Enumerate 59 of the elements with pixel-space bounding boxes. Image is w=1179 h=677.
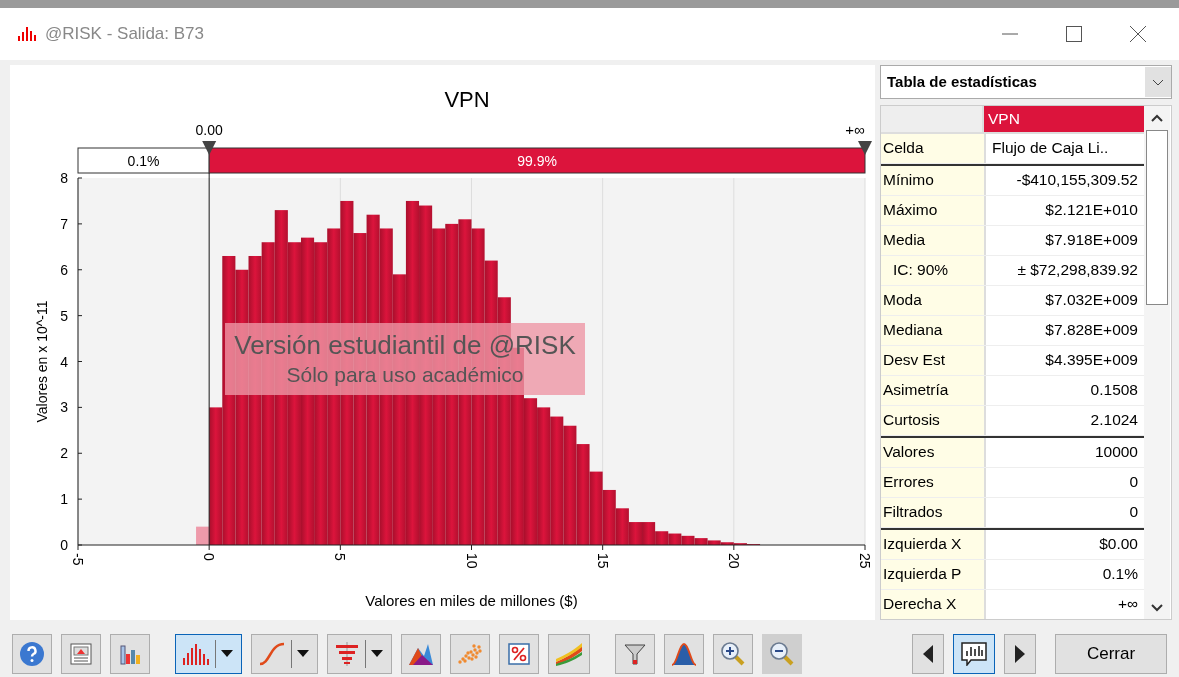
stat-value: 2.1024 [1089,409,1139,430]
stat-value: 0 [1128,501,1139,522]
stat-value: 10000 [1093,441,1139,462]
delimiter-value: +∞ [845,120,865,138]
percent-label: 99.9% [517,152,557,169]
chart-title: VPN [444,86,490,112]
stat-value: Flujo de Caja Li.. [991,137,1110,158]
stat-value: 0.1% [1101,563,1139,584]
stat-label: IC: 90% [881,255,986,285]
stat-value: $0.00 [1098,533,1139,554]
stat-value: $4.395E+009 [1044,349,1139,370]
stat-label: Derecha X [881,589,986,619]
y-tick-label: 1 [60,490,68,507]
stat-label: Desv Est [881,345,986,375]
window-title: @RISK - Salida: B73 [45,23,204,44]
x-tick-label: 5 [332,552,349,561]
column-header: VPN [982,105,1144,132]
x-axis-title: Valores en miles de millones ($) [365,591,578,609]
x-tick-label: 0 [201,552,218,561]
y-tick-label: 3 [60,399,68,416]
stat-label: Moda [881,285,986,315]
stat-value: 0 [1128,471,1139,492]
y-tick-label: 5 [60,307,68,324]
stat-value: $7.828E+009 [1044,319,1139,340]
y-tick-label: 0 [60,536,68,553]
x-tick-label: 15 [594,552,611,569]
x-tick-label: 20 [725,552,742,569]
stat-label: Media [881,225,986,255]
stat-label: Curtosis [881,405,986,435]
stat-label: Valores [881,437,986,467]
stat-label: Errores [881,467,986,497]
y-tick-label: 4 [60,353,68,370]
x-tick-label: -5 [70,552,86,566]
stat-label: Izquierda X [881,529,986,559]
stat-label: Izquierda P [881,559,986,589]
stat-value: ± $72,298,839.92 [1016,259,1139,280]
stat-value: -$410,155,309.52 [1015,169,1139,190]
delimiter-value: 0.00 [195,121,223,138]
stat-value: $7.032E+009 [1044,289,1139,310]
watermark-text: Sólo para uso académico [286,363,524,388]
stat-label: Celda [881,133,986,163]
stat-value: $2.121E+010 [1044,199,1139,220]
x-tick-label: 10 [463,552,480,569]
stat-label: Máximo [881,195,986,225]
x-tick-label: 25 [857,552,873,569]
y-axis-title: Valores en x 10^-11 [34,300,50,423]
y-tick-label: 7 [60,215,68,232]
stat-value: +∞ [1116,593,1139,614]
stat-label: Filtrados [881,497,986,527]
stat-label: Mediana [881,315,986,345]
stat-label: Mínimo [881,165,986,195]
watermark-text: Versión estudiantil de @RISK [234,330,576,362]
percent-label: 0.1% [127,152,160,169]
y-tick-label: 2 [60,445,68,461]
stat-label: Asimetría [881,375,986,405]
y-tick-label: 6 [60,261,68,278]
y-tick-label: 8 [60,169,68,186]
stat-value: 0.1508 [1089,379,1139,400]
stat-value: $7.918E+009 [1044,229,1139,250]
